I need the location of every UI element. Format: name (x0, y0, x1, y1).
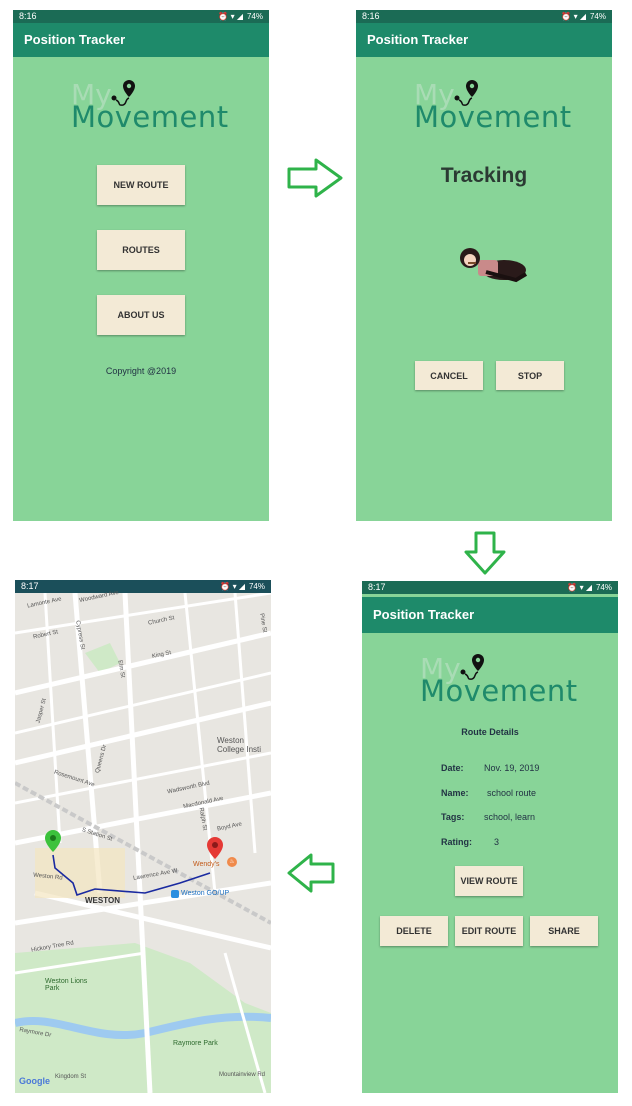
battery-level: 74% (248, 582, 265, 591)
date-value: Nov. 19, 2019 (484, 763, 540, 773)
logo-movement: Movement (71, 100, 229, 134)
arrow-right-icon (287, 158, 343, 198)
place-station: Weston GO/UP (181, 890, 230, 897)
status-time: 8:17 (21, 581, 39, 591)
arrow-down-icon (464, 531, 506, 575)
status-icons: ⏰ ▾ ◢ 74% (218, 12, 263, 21)
edit-route-button[interactable]: EDIT ROUTE (455, 916, 523, 946)
status-bar: 8:17 ⏰ ▾ ◢ 74% (362, 581, 618, 594)
status-icons: ⏰ ▾ ◢ 74% (561, 12, 606, 21)
route-pin-icon (454, 80, 478, 106)
route-pin-icon (111, 80, 135, 106)
logo-movement: Movement (414, 100, 572, 134)
date-label: Date: (441, 763, 464, 773)
status-bar: 8:17 ⏰ ▾ ◢ 74% (15, 580, 271, 593)
place-lions-park: Weston Lions Park (45, 978, 88, 992)
tags-label: Tags: (441, 812, 465, 822)
place-raymore-park: Raymore Park (173, 1040, 218, 1047)
share-button[interactable]: SHARE (530, 916, 598, 946)
stop-button[interactable]: STOP (496, 361, 564, 390)
status-icons: ⏰ ▾ ◢ 74% (567, 583, 612, 592)
route-map[interactable]: 8:17 ⏰ ▾ ◢ 74% Lamonte Ave Woodward Ave … (15, 580, 271, 1093)
restaurant-icon: ♨ (227, 857, 237, 867)
routes-button[interactable]: ROUTES (97, 230, 185, 270)
start-marker-icon[interactable] (45, 830, 61, 852)
battery-level: 74% (595, 583, 612, 592)
app-logo: My Movement (420, 652, 580, 722)
google-logo: Google (19, 1076, 50, 1086)
street-label: Kingdom St (55, 1074, 87, 1080)
end-marker-icon[interactable] (207, 837, 223, 859)
arrow-left-icon (287, 853, 335, 893)
route-details-screen: 8:17 ⏰ ▾ ◢ 74% Position Tracker My Moveme… (362, 581, 618, 1093)
place-weston: WESTON (85, 896, 120, 905)
route-details-heading: Route Details (461, 727, 519, 737)
about-us-button[interactable]: ABOUT US (97, 295, 185, 335)
battery-level: 74% (246, 12, 263, 21)
cancel-button[interactable]: CANCEL (415, 361, 483, 390)
status-time: 8:16 (362, 11, 380, 21)
delete-button[interactable]: DELETE (380, 916, 448, 946)
view-route-button[interactable]: VIEW ROUTE (455, 866, 523, 896)
name-value: school route (487, 788, 537, 798)
copyright-text: Copyright @2019 (105, 366, 177, 376)
status-bar: 8:16 ⏰ ▾ ◢ 74% (356, 10, 612, 23)
app-title: Position Tracker (356, 23, 612, 57)
place-wendys: Wendy's (193, 861, 220, 868)
logo-movement: Movement (420, 674, 578, 708)
status-time: 8:16 (19, 11, 37, 21)
name-label: Name: (441, 788, 469, 798)
app-logo: My Movement (414, 78, 574, 148)
rating-label: Rating: (441, 837, 472, 847)
street-label: Mountainview Rd (219, 1072, 266, 1078)
app-title: Position Tracker (362, 597, 618, 633)
tracking-heading: Tracking (440, 164, 528, 187)
status-bar: 8:16 ⏰ ▾ ◢ 74% (13, 10, 269, 23)
status-icons: ⏰ ▾ ◢ 74% (220, 582, 265, 591)
home-screen: 8:16 ⏰ ▾ ◢ 74% Position Tracker My Moveme… (13, 10, 269, 521)
tags-value: school, learn (484, 812, 536, 822)
street-label: Weston College Insti (217, 736, 262, 754)
app-logo: My Movement (71, 78, 231, 148)
transit-icon (171, 890, 179, 898)
character-sprite-icon (460, 248, 528, 283)
new-route-button[interactable]: NEW ROUTE (97, 165, 185, 205)
app-title: Position Tracker (13, 23, 269, 57)
battery-level: 74% (589, 12, 606, 21)
route-pin-icon (460, 654, 484, 680)
rating-value: 3 (494, 837, 500, 847)
status-time: 8:17 (368, 582, 386, 592)
tracking-screen: 8:16 ⏰ ▾ ◢ 74% Position Tracker My Moveme… (356, 10, 612, 521)
